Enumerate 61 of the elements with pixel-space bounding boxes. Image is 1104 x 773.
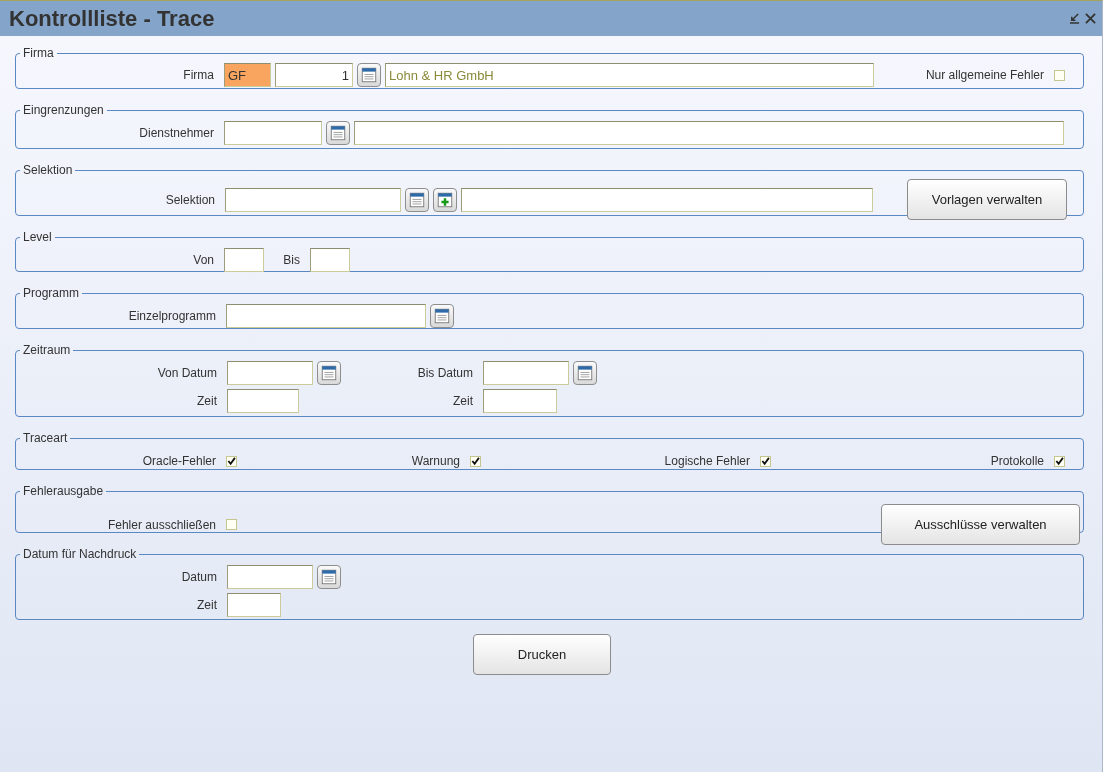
- group-title: Eingrenzungen: [22, 103, 105, 117]
- input-field[interactable]: [224, 248, 264, 272]
- field-label: Einzelprogramm: [127, 309, 217, 323]
- input-field[interactable]: [310, 248, 350, 272]
- field-label: Oracle-Fehler: [141, 454, 217, 468]
- close-icon[interactable]: [1085, 13, 1096, 24]
- input-field[interactable]: [225, 187, 401, 212]
- add-button[interactable]: [433, 187, 457, 212]
- field-label: Von Datum: [156, 366, 218, 380]
- field-label: Zeit: [452, 394, 474, 408]
- field-label: Firma: [182, 68, 215, 82]
- checkbox[interactable]: [1054, 455, 1065, 467]
- field-label: Protokolle: [989, 454, 1045, 468]
- field-label: Zeit: [196, 394, 218, 408]
- input-field[interactable]: [461, 187, 873, 212]
- input-field[interactable]: [227, 565, 313, 589]
- lookup-button[interactable]: [405, 187, 429, 212]
- group-title: Level: [22, 230, 53, 244]
- checkbox[interactable]: [470, 455, 481, 467]
- group-title: Traceart: [22, 431, 69, 445]
- input-field[interactable]: [483, 389, 557, 413]
- field-label: Warnung: [410, 454, 461, 468]
- lookup-button[interactable]: [357, 63, 381, 87]
- input-field[interactable]: [227, 593, 281, 617]
- input-field[interactable]: [354, 121, 1064, 145]
- lookup-button[interactable]: [317, 361, 341, 385]
- field-label: Selektion: [164, 192, 216, 207]
- checkbox[interactable]: [226, 455, 237, 467]
- group-title: Zeitraum: [22, 343, 72, 357]
- print-button[interactable]: Drucken: [473, 634, 611, 675]
- group-title: Firma: [22, 46, 55, 60]
- input-field[interactable]: [227, 389, 299, 413]
- group-title: Selektion: [22, 163, 74, 177]
- field-label: Datum: [180, 570, 218, 584]
- input-field[interactable]: [483, 361, 569, 385]
- lookup-button[interactable]: [430, 304, 454, 328]
- field-label: Zeit: [196, 598, 218, 612]
- field-label: Von: [192, 253, 215, 267]
- field-label: Bis Datum: [416, 366, 474, 380]
- input-field[interactable]: 1: [275, 63, 353, 87]
- group-title: Fehlerausgabe: [22, 484, 105, 498]
- minimize-icon[interactable]: [1069, 13, 1080, 24]
- field-label: Fehler ausschließen: [106, 517, 217, 532]
- input-field[interactable]: [224, 121, 322, 145]
- checkbox[interactable]: [760, 455, 771, 467]
- group-title: Datum für Nachdruck: [22, 547, 138, 561]
- field-label: Logische Fehler: [663, 454, 751, 468]
- lookup-button[interactable]: [573, 361, 597, 385]
- window-title: Kontrollliste - Trace: [9, 5, 215, 32]
- group-title: Programm: [22, 286, 80, 300]
- lookup-button[interactable]: [317, 565, 341, 589]
- input-field[interactable]: Lohn & HR GmbH: [385, 63, 874, 87]
- field-label: Bis: [282, 253, 301, 267]
- input-field[interactable]: [226, 304, 426, 328]
- field-label: Nur allgemeine Fehler: [924, 68, 1045, 82]
- action-button[interactable]: Ausschlüsse verwalten: [881, 504, 1080, 545]
- input-field[interactable]: GF: [224, 63, 271, 87]
- action-button[interactable]: Vorlagen verwalten: [907, 179, 1067, 220]
- input-field[interactable]: [227, 361, 313, 385]
- field-label: Dienstnehmer: [138, 126, 215, 140]
- lookup-button[interactable]: [326, 121, 350, 145]
